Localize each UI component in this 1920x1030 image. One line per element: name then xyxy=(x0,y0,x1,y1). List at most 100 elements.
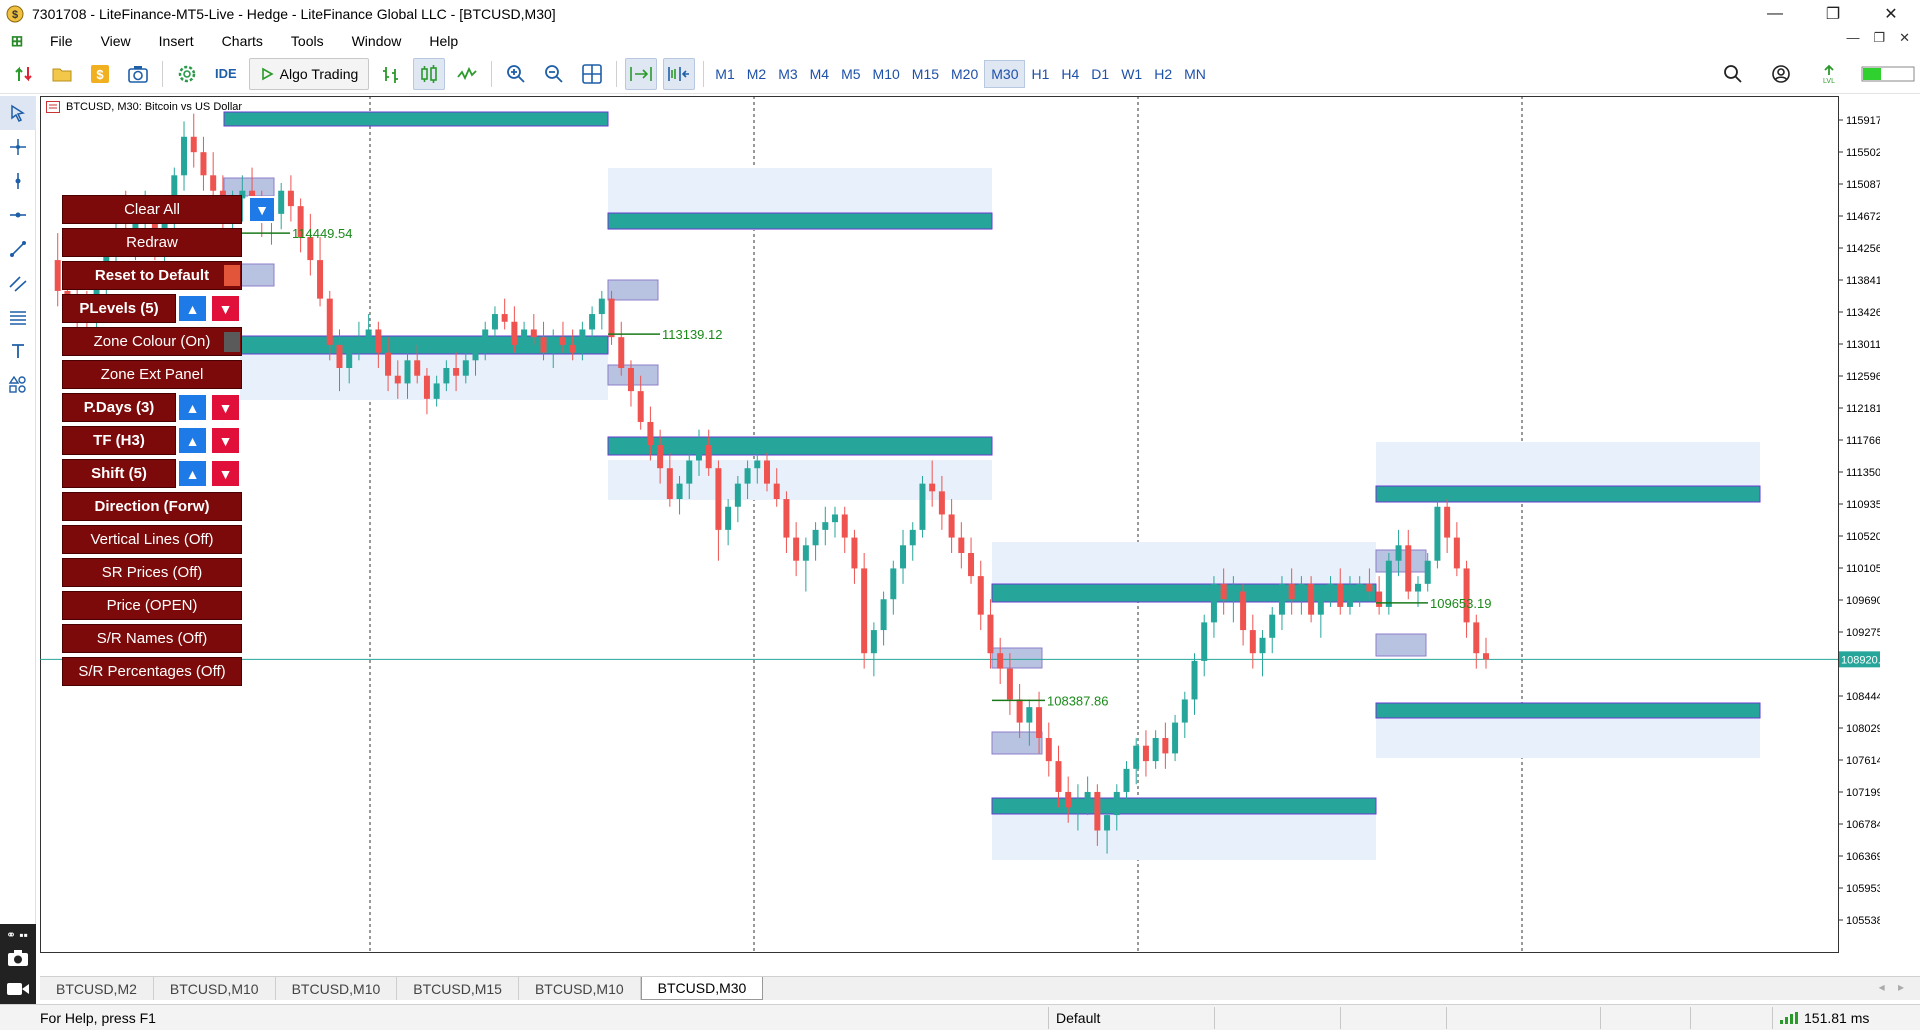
maximize-button[interactable]: ❐ xyxy=(1804,0,1862,28)
ide-button[interactable]: IDE xyxy=(209,58,243,90)
plevels-button[interactable]: PLevels (5) xyxy=(62,294,176,323)
plevels-down-button[interactable]: ▼ xyxy=(211,295,240,322)
new-order-icon[interactable] xyxy=(8,58,40,90)
sr-percentages-button[interactable]: S/R Percentages (Off) xyxy=(62,657,242,686)
zone-ext-panel-button[interactable]: Zone Ext Panel xyxy=(62,360,242,389)
auto-scroll-icon[interactable] xyxy=(625,57,658,90)
timeframe-m3[interactable]: M3 xyxy=(772,60,803,88)
chart-menu-icon[interactable]: ⊞ xyxy=(8,32,26,50)
plevels-up-button[interactable]: ▲ xyxy=(178,295,207,322)
settings-gear-icon[interactable] xyxy=(171,58,203,90)
mdi-minimize-icon[interactable]: — xyxy=(1846,30,1859,46)
price-axis-label: 114256.90 xyxy=(1846,243,1880,255)
video-icon[interactable] xyxy=(6,980,30,998)
shift-up-button[interactable]: ▲ xyxy=(178,460,207,487)
menu-view[interactable]: View xyxy=(87,33,145,49)
tab-btcusd-m10-a[interactable]: BTCUSD,M10 xyxy=(154,977,276,1000)
menu-charts[interactable]: Charts xyxy=(208,33,277,49)
timeframe-h1[interactable]: H1 xyxy=(1025,60,1055,88)
timeframe-m1[interactable]: M1 xyxy=(709,60,740,88)
shift-button[interactable]: Shift (5) xyxy=(62,459,176,488)
timeframe-w1[interactable]: W1 xyxy=(1115,60,1148,88)
mdi-close-icon[interactable]: ✕ xyxy=(1899,30,1910,46)
zoom-out-icon[interactable] xyxy=(538,58,570,90)
vertical-lines-button[interactable]: Vertical Lines (Off) xyxy=(62,525,242,554)
line-chart-icon[interactable] xyxy=(451,58,483,90)
minimize-button[interactable]: — xyxy=(1746,0,1804,28)
candle-body xyxy=(841,514,848,538)
tf-up-button[interactable]: ▲ xyxy=(178,427,207,454)
timeframe-h2[interactable]: H2 xyxy=(1148,60,1178,88)
tab-scroll-arrows-icon[interactable]: ◂ ▸ xyxy=(1879,980,1904,994)
trendline-icon[interactable] xyxy=(0,232,36,266)
candle-body xyxy=(443,368,450,384)
clear-all-button[interactable]: Clear All xyxy=(62,195,242,224)
camera-widget-icon[interactable] xyxy=(6,948,30,968)
mdi-restore-icon[interactable]: ❐ xyxy=(1873,30,1885,46)
algo-trading-button[interactable]: Algo Trading xyxy=(248,57,370,90)
tab-btcusd-m15[interactable]: BTCUSD,M15 xyxy=(397,977,519,1000)
candle-body xyxy=(355,337,362,345)
crosshair-icon[interactable] xyxy=(0,130,36,164)
bar-chart-icon[interactable] xyxy=(375,58,407,90)
shapes-icon[interactable] xyxy=(0,368,36,402)
signal-lvl-icon[interactable]: LVL xyxy=(1813,58,1845,90)
timeframe-m2[interactable]: M2 xyxy=(741,60,772,88)
timeframe-m5[interactable]: M5 xyxy=(835,60,866,88)
redraw-button[interactable]: Redraw xyxy=(62,228,242,257)
timeframe-m15[interactable]: M15 xyxy=(906,60,945,88)
timeframe-d1[interactable]: D1 xyxy=(1085,60,1115,88)
camera-icon[interactable] xyxy=(122,58,154,90)
pdays-down-button[interactable]: ▼ xyxy=(211,394,240,421)
timeframe-h4[interactable]: H4 xyxy=(1055,60,1085,88)
timeframe-m30[interactable]: M30 xyxy=(984,59,1026,88)
fibonacci-icon[interactable] xyxy=(0,300,36,334)
shift-down-button[interactable]: ▼ xyxy=(211,460,240,487)
reset-default-button[interactable]: Reset to Default xyxy=(62,261,242,290)
vertical-line-icon[interactable] xyxy=(0,164,36,198)
menu-file[interactable]: File xyxy=(36,33,87,49)
direction-button[interactable]: Direction (Forw) xyxy=(62,492,242,521)
pdays-up-button[interactable]: ▲ xyxy=(178,394,207,421)
timeframe-m10[interactable]: M10 xyxy=(867,60,906,88)
menu-insert[interactable]: Insert xyxy=(145,33,208,49)
channel-icon[interactable] xyxy=(0,266,36,300)
dollar-icon[interactable]: $ xyxy=(84,58,116,90)
link-icon[interactable]: ⚭ ▪▪ xyxy=(6,928,28,942)
candle-body xyxy=(1133,745,1140,769)
sr-names-button[interactable]: S/R Names (Off) xyxy=(62,624,242,653)
tile-windows-icon[interactable] xyxy=(576,58,608,90)
timeframe-m20[interactable]: M20 xyxy=(945,60,984,88)
pdays-button[interactable]: P.Days (3) xyxy=(62,393,176,422)
timeframe-m4[interactable]: M4 xyxy=(804,60,835,88)
text-tool-icon[interactable] xyxy=(0,334,36,368)
folder-icon[interactable] xyxy=(46,58,78,90)
tf-down-button[interactable]: ▼ xyxy=(211,427,240,454)
tab-btcusd-m10-c[interactable]: BTCUSD,M10 xyxy=(519,977,641,1000)
horizontal-line-icon[interactable] xyxy=(0,198,36,232)
price-mode-button[interactable]: Price (OPEN) xyxy=(62,591,242,620)
collapse-panel-button[interactable]: ▼ xyxy=(248,196,276,223)
close-button[interactable]: ✕ xyxy=(1862,0,1920,28)
chart-shift-icon[interactable] xyxy=(663,57,696,90)
candle-body xyxy=(365,329,372,338)
tab-btcusd-m2[interactable]: BTCUSD,M2 xyxy=(40,977,154,1000)
menu-window[interactable]: Window xyxy=(338,33,416,49)
candle-body xyxy=(1346,591,1353,607)
price-chart[interactable]: 114449.54 113139.12 108387.86 109653.19 1159… xyxy=(40,96,1880,953)
tab-btcusd-m30[interactable]: BTCUSD,M30 xyxy=(640,977,764,1000)
menu-tools[interactable]: Tools xyxy=(277,33,338,49)
account-icon[interactable] xyxy=(1765,58,1797,90)
zone-colour-button[interactable]: Zone Colour (On) xyxy=(62,327,242,356)
tab-btcusd-m10-b[interactable]: BTCUSD,M10 xyxy=(276,977,398,1000)
zoom-in-icon[interactable] xyxy=(500,58,532,90)
tf-button[interactable]: TF (H3) xyxy=(62,426,176,455)
cursor-icon[interactable] xyxy=(0,96,36,130)
chart-window[interactable]: 114449.54 113139.12 108387.86 109653.19 1159… xyxy=(40,96,1880,953)
candle-body xyxy=(433,383,440,399)
search-icon[interactable] xyxy=(1717,58,1749,90)
menu-help[interactable]: Help xyxy=(415,33,472,49)
candlestick-icon[interactable] xyxy=(413,57,446,90)
sr-prices-button[interactable]: SR Prices (Off) xyxy=(62,558,242,587)
timeframe-mn[interactable]: MN xyxy=(1178,60,1212,88)
